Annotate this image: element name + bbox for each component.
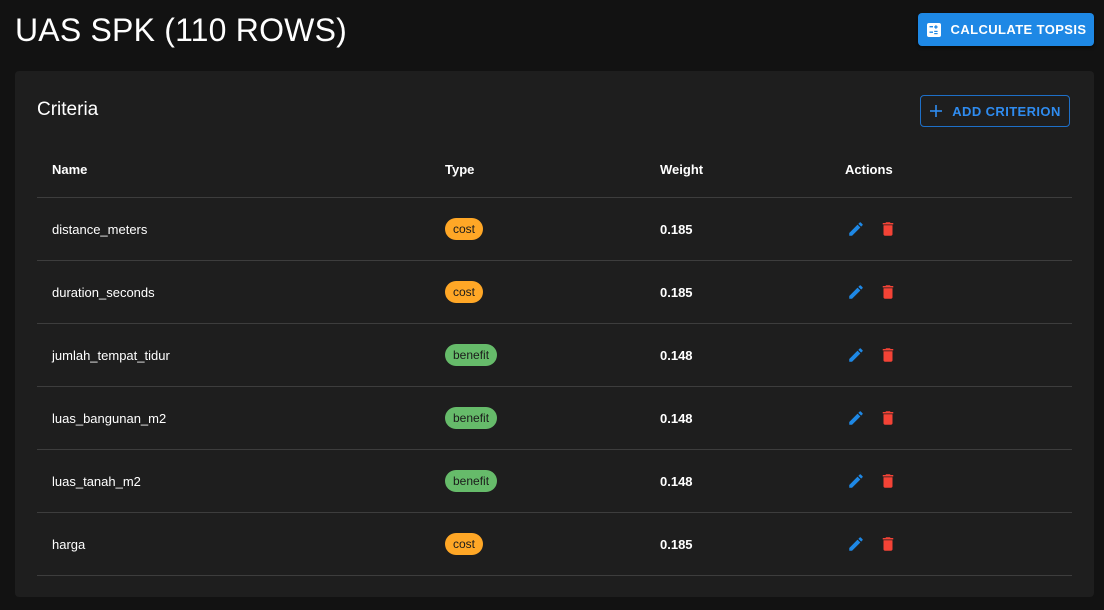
table-header: Name Type Weight Actions	[37, 142, 1072, 198]
column-header-name: Name	[52, 162, 88, 177]
type-chip: cost	[445, 281, 484, 303]
table-row: harga cost 0.185	[37, 513, 1072, 576]
type-chip: cost	[445, 218, 484, 240]
criterion-name: distance_meters	[52, 221, 148, 237]
criterion-weight: 0.148	[660, 347, 693, 363]
criterion-name: harga	[52, 536, 86, 552]
table-row: jumlah_tempat_tidur benefit 0.148	[37, 324, 1072, 387]
criterion-type-cell: benefit	[445, 387, 498, 449]
row-actions	[845, 198, 899, 260]
trash-icon[interactable]	[877, 344, 899, 366]
type-chip: benefit	[445, 407, 498, 429]
type-chip: benefit	[445, 470, 498, 492]
criterion-weight: 0.185	[660, 536, 693, 552]
criterion-weight: 0.148	[660, 410, 693, 426]
pencil-icon[interactable]	[845, 344, 867, 366]
criterion-weight: 0.185	[660, 221, 693, 237]
plus-icon	[929, 104, 943, 118]
pencil-icon[interactable]	[845, 407, 867, 429]
row-actions	[845, 513, 899, 575]
add-criterion-button[interactable]: ADD CRITERION	[920, 95, 1070, 127]
table-row: luas_tanah_m2 benefit 0.148	[37, 450, 1072, 513]
criterion-name: duration_seconds	[52, 284, 155, 300]
trash-icon[interactable]	[877, 470, 899, 492]
criterion-name: jumlah_tempat_tidur	[52, 347, 170, 363]
column-header-actions: Actions	[845, 162, 893, 177]
page-title: UAS SPK (110 ROWS)	[15, 12, 347, 48]
criterion-type-cell: cost	[445, 198, 484, 260]
criterion-weight: 0.148	[660, 473, 693, 489]
calculate-topsis-button[interactable]: CALCULATE TOPSIS	[918, 13, 1094, 46]
pencil-icon[interactable]	[845, 470, 867, 492]
table-row: duration_seconds cost 0.185	[37, 261, 1072, 324]
calculate-topsis-label: CALCULATE TOPSIS	[950, 22, 1087, 37]
criterion-name: luas_bangunan_m2	[52, 410, 167, 426]
calculator-icon	[926, 22, 942, 38]
row-actions	[845, 450, 899, 512]
page: UAS SPK (110 ROWS) CALCULATE TOPSIS Crit…	[0, 0, 1104, 610]
criteria-table: Name Type Weight Actions distance_meters…	[37, 142, 1072, 576]
card-title: Criteria	[37, 99, 99, 120]
pencil-icon[interactable]	[845, 281, 867, 303]
criterion-weight: 0.185	[660, 284, 693, 300]
criterion-type-cell: benefit	[445, 450, 498, 512]
column-header-weight: Weight	[660, 162, 704, 177]
criterion-name: luas_tanah_m2	[52, 473, 141, 489]
row-actions	[845, 261, 899, 323]
row-actions	[845, 387, 899, 449]
trash-icon[interactable]	[877, 281, 899, 303]
table-body: distance_meters cost 0.185 duration_seconds…	[37, 198, 1072, 576]
type-chip: cost	[445, 533, 484, 555]
criterion-type-cell: cost	[445, 261, 484, 323]
column-header-type: Type	[445, 162, 475, 177]
criterion-type-cell: benefit	[445, 324, 498, 386]
criteria-card: Criteria ADD CRITERION Name Type Weight …	[15, 71, 1094, 597]
pencil-icon[interactable]	[845, 218, 867, 240]
trash-icon[interactable]	[877, 218, 899, 240]
add-criterion-label: ADD CRITERION	[952, 103, 1061, 119]
trash-icon[interactable]	[877, 533, 899, 555]
type-chip: benefit	[445, 344, 498, 366]
table-row: distance_meters cost 0.185	[37, 198, 1072, 261]
criterion-type-cell: cost	[445, 513, 484, 575]
trash-icon[interactable]	[877, 407, 899, 429]
row-actions	[845, 324, 899, 386]
table-row: luas_bangunan_m2 benefit 0.148	[37, 387, 1072, 450]
pencil-icon[interactable]	[845, 533, 867, 555]
